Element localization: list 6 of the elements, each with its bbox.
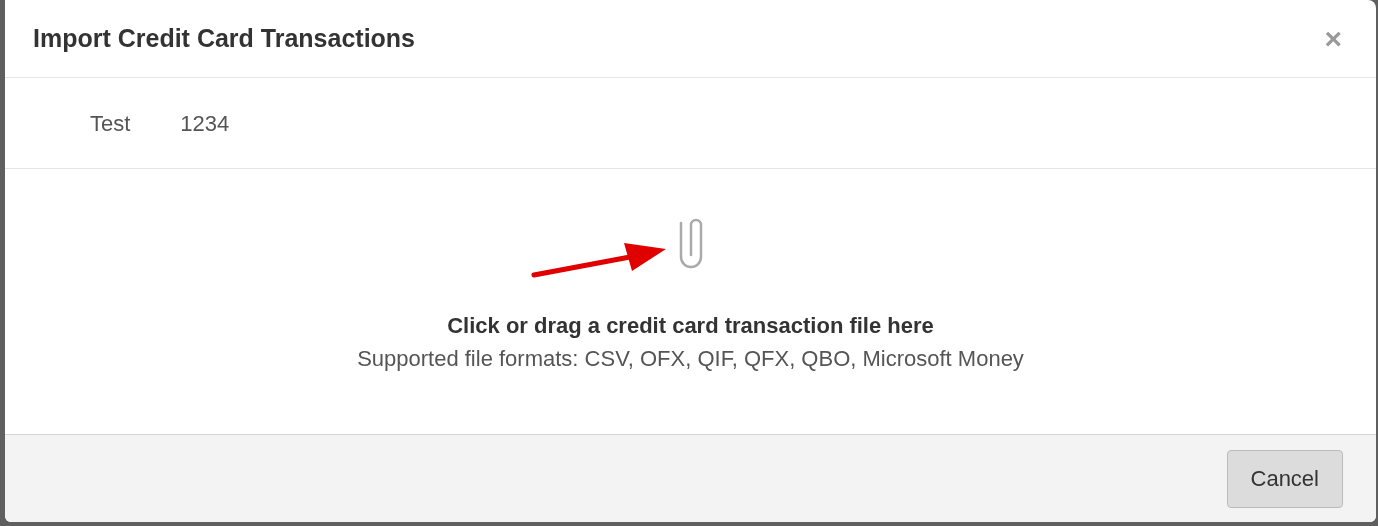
dialog-title: Import Credit Card Transactions bbox=[33, 22, 416, 54]
drop-instruction: Click or drag a credit card transaction file here bbox=[447, 312, 934, 340]
account-name: Test bbox=[90, 109, 131, 138]
account-number: 1234 bbox=[180, 109, 230, 138]
cancel-button[interactable]: Cancel bbox=[1226, 449, 1343, 508]
supported-formats: Supported file formats: CSV, OFX, QIF, QFX, QBO, Microsoft Money bbox=[357, 345, 1024, 373]
